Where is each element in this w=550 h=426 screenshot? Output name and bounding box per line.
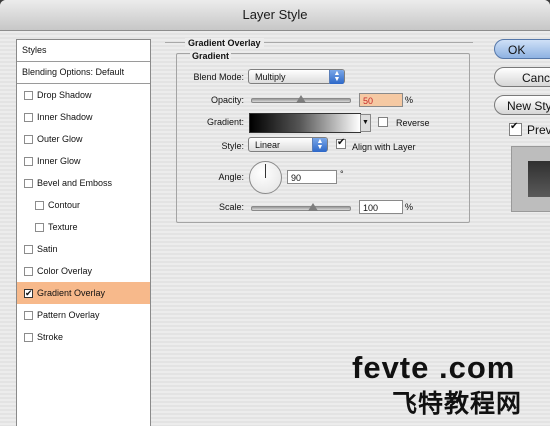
ok-button[interactable]: OK — [494, 39, 550, 59]
align-with-layer-checkbox[interactable] — [336, 137, 346, 149]
scale-unit: % — [405, 202, 414, 212]
opacity-label: Opacity: — [210, 95, 244, 105]
blend-mode-select[interactable]: Multiply ▲ ▼ — [248, 69, 345, 84]
scale-label: Scale: — [218, 202, 244, 212]
blending-options-item[interactable]: Blending Options: Default — [17, 62, 150, 84]
style-item-pattern-overlay[interactable]: Pattern Overlay — [17, 304, 150, 326]
style-item-label: Outer Glow — [37, 134, 83, 144]
style-item-label: Satin — [37, 244, 58, 254]
gradient-swatch[interactable] — [249, 113, 361, 133]
opacity-unit: % — [405, 95, 414, 105]
new-style-button[interactable]: New Style... — [494, 95, 550, 115]
preview-checkbox[interactable] — [509, 121, 522, 136]
style-item-outer-glow[interactable]: Outer Glow — [17, 128, 150, 150]
watermark-domain: fevte .com — [352, 350, 516, 385]
style-item-label: Pattern Overlay — [37, 310, 100, 320]
style-item-checkbox[interactable] — [24, 135, 33, 144]
scale-input[interactable]: 100 — [359, 200, 403, 214]
select-arrows-icon: ▲ ▼ — [329, 70, 344, 84]
style-item-checkbox[interactable] — [24, 267, 33, 276]
style-preview — [511, 146, 550, 212]
style-item-label: Stroke — [37, 332, 64, 342]
styles-list: Styles Blending Options: Default Drop Sh… — [16, 39, 151, 426]
style-item-label: Drop Shadow — [37, 90, 92, 100]
style-item-checkbox[interactable] — [24, 91, 33, 100]
style-item-checkbox[interactable] — [24, 333, 33, 342]
style-item-checkbox[interactable] — [24, 311, 33, 320]
style-item-checkbox[interactable] — [24, 282, 33, 304]
opacity-input[interactable]: 50 — [359, 93, 403, 107]
gradient-label: Gradient: — [206, 117, 244, 127]
style-item-label: Texture — [48, 222, 78, 232]
gradient-group-title: Gradient — [190, 51, 232, 61]
style-item-checkbox[interactable] — [24, 113, 33, 122]
angle-dial-hand — [265, 164, 266, 178]
styles-header[interactable]: Styles — [17, 40, 150, 62]
style-item-label: Contour — [48, 200, 81, 210]
style-select[interactable]: Linear ▲ ▼ — [248, 137, 328, 152]
align-with-layer-label: Align with Layer — [352, 142, 416, 152]
angle-label: Angle: — [218, 172, 244, 182]
cancel-button[interactable]: Cancel — [494, 67, 550, 87]
opacity-slider-thumb[interactable] — [296, 95, 306, 103]
style-item-bevel-and-emboss[interactable]: Bevel and Emboss — [17, 172, 150, 194]
style-item-label: Bevel and Emboss — [37, 178, 113, 188]
gradient-picker-arrow-icon[interactable]: ▼ — [360, 114, 371, 132]
style-preview-swatch — [528, 161, 550, 197]
style-item-checkbox[interactable] — [24, 245, 33, 254]
style-item-checkbox[interactable] — [35, 223, 44, 232]
style-item-inner-shadow[interactable]: Inner Shadow — [17, 106, 150, 128]
style-item-gradient-overlay[interactable]: Gradient Overlay — [17, 282, 150, 304]
scale-slider-track[interactable] — [251, 206, 351, 211]
angle-dial[interactable] — [249, 161, 282, 194]
select-arrows-icon: ▲ ▼ — [312, 138, 327, 152]
style-item-drop-shadow[interactable]: Drop Shadow — [17, 84, 150, 106]
style-label: Style: — [221, 141, 244, 151]
style-item-stroke[interactable]: Stroke — [17, 326, 150, 348]
style-item-checkbox[interactable] — [24, 157, 33, 166]
style-value: Linear — [255, 140, 281, 150]
preview-label: Preview — [527, 123, 550, 137]
style-item-color-overlay[interactable]: Color Overlay — [17, 260, 150, 282]
layer-style-dialog: Layer Style Styles Blending Options: Def… — [0, 0, 550, 426]
style-item-label: Gradient Overlay — [37, 288, 106, 298]
style-item-satin[interactable]: Satin — [17, 238, 150, 260]
watermark-site-name: 飞特教程网 — [392, 389, 523, 418]
style-item-contour[interactable]: Contour — [17, 194, 150, 216]
reverse-checkbox[interactable] — [378, 117, 388, 127]
group-title: Gradient Overlay — [185, 38, 264, 48]
window-title: Layer Style — [0, 0, 550, 31]
angle-input[interactable]: 90 — [287, 170, 337, 184]
style-item-inner-glow[interactable]: Inner Glow — [17, 150, 150, 172]
style-item-checkbox[interactable] — [35, 201, 44, 210]
style-item-label: Inner Shadow — [37, 112, 93, 122]
style-item-label: Inner Glow — [37, 156, 81, 166]
angle-unit: ° — [340, 169, 344, 179]
blend-mode-value: Multiply — [255, 72, 286, 82]
style-item-label: Color Overlay — [37, 266, 93, 276]
reverse-label: Reverse — [396, 118, 430, 128]
scale-slider-thumb[interactable] — [308, 203, 318, 211]
blend-mode-label: Blend Mode: — [193, 72, 244, 82]
style-item-checkbox[interactable] — [24, 179, 33, 188]
style-item-texture[interactable]: Texture — [17, 216, 150, 238]
